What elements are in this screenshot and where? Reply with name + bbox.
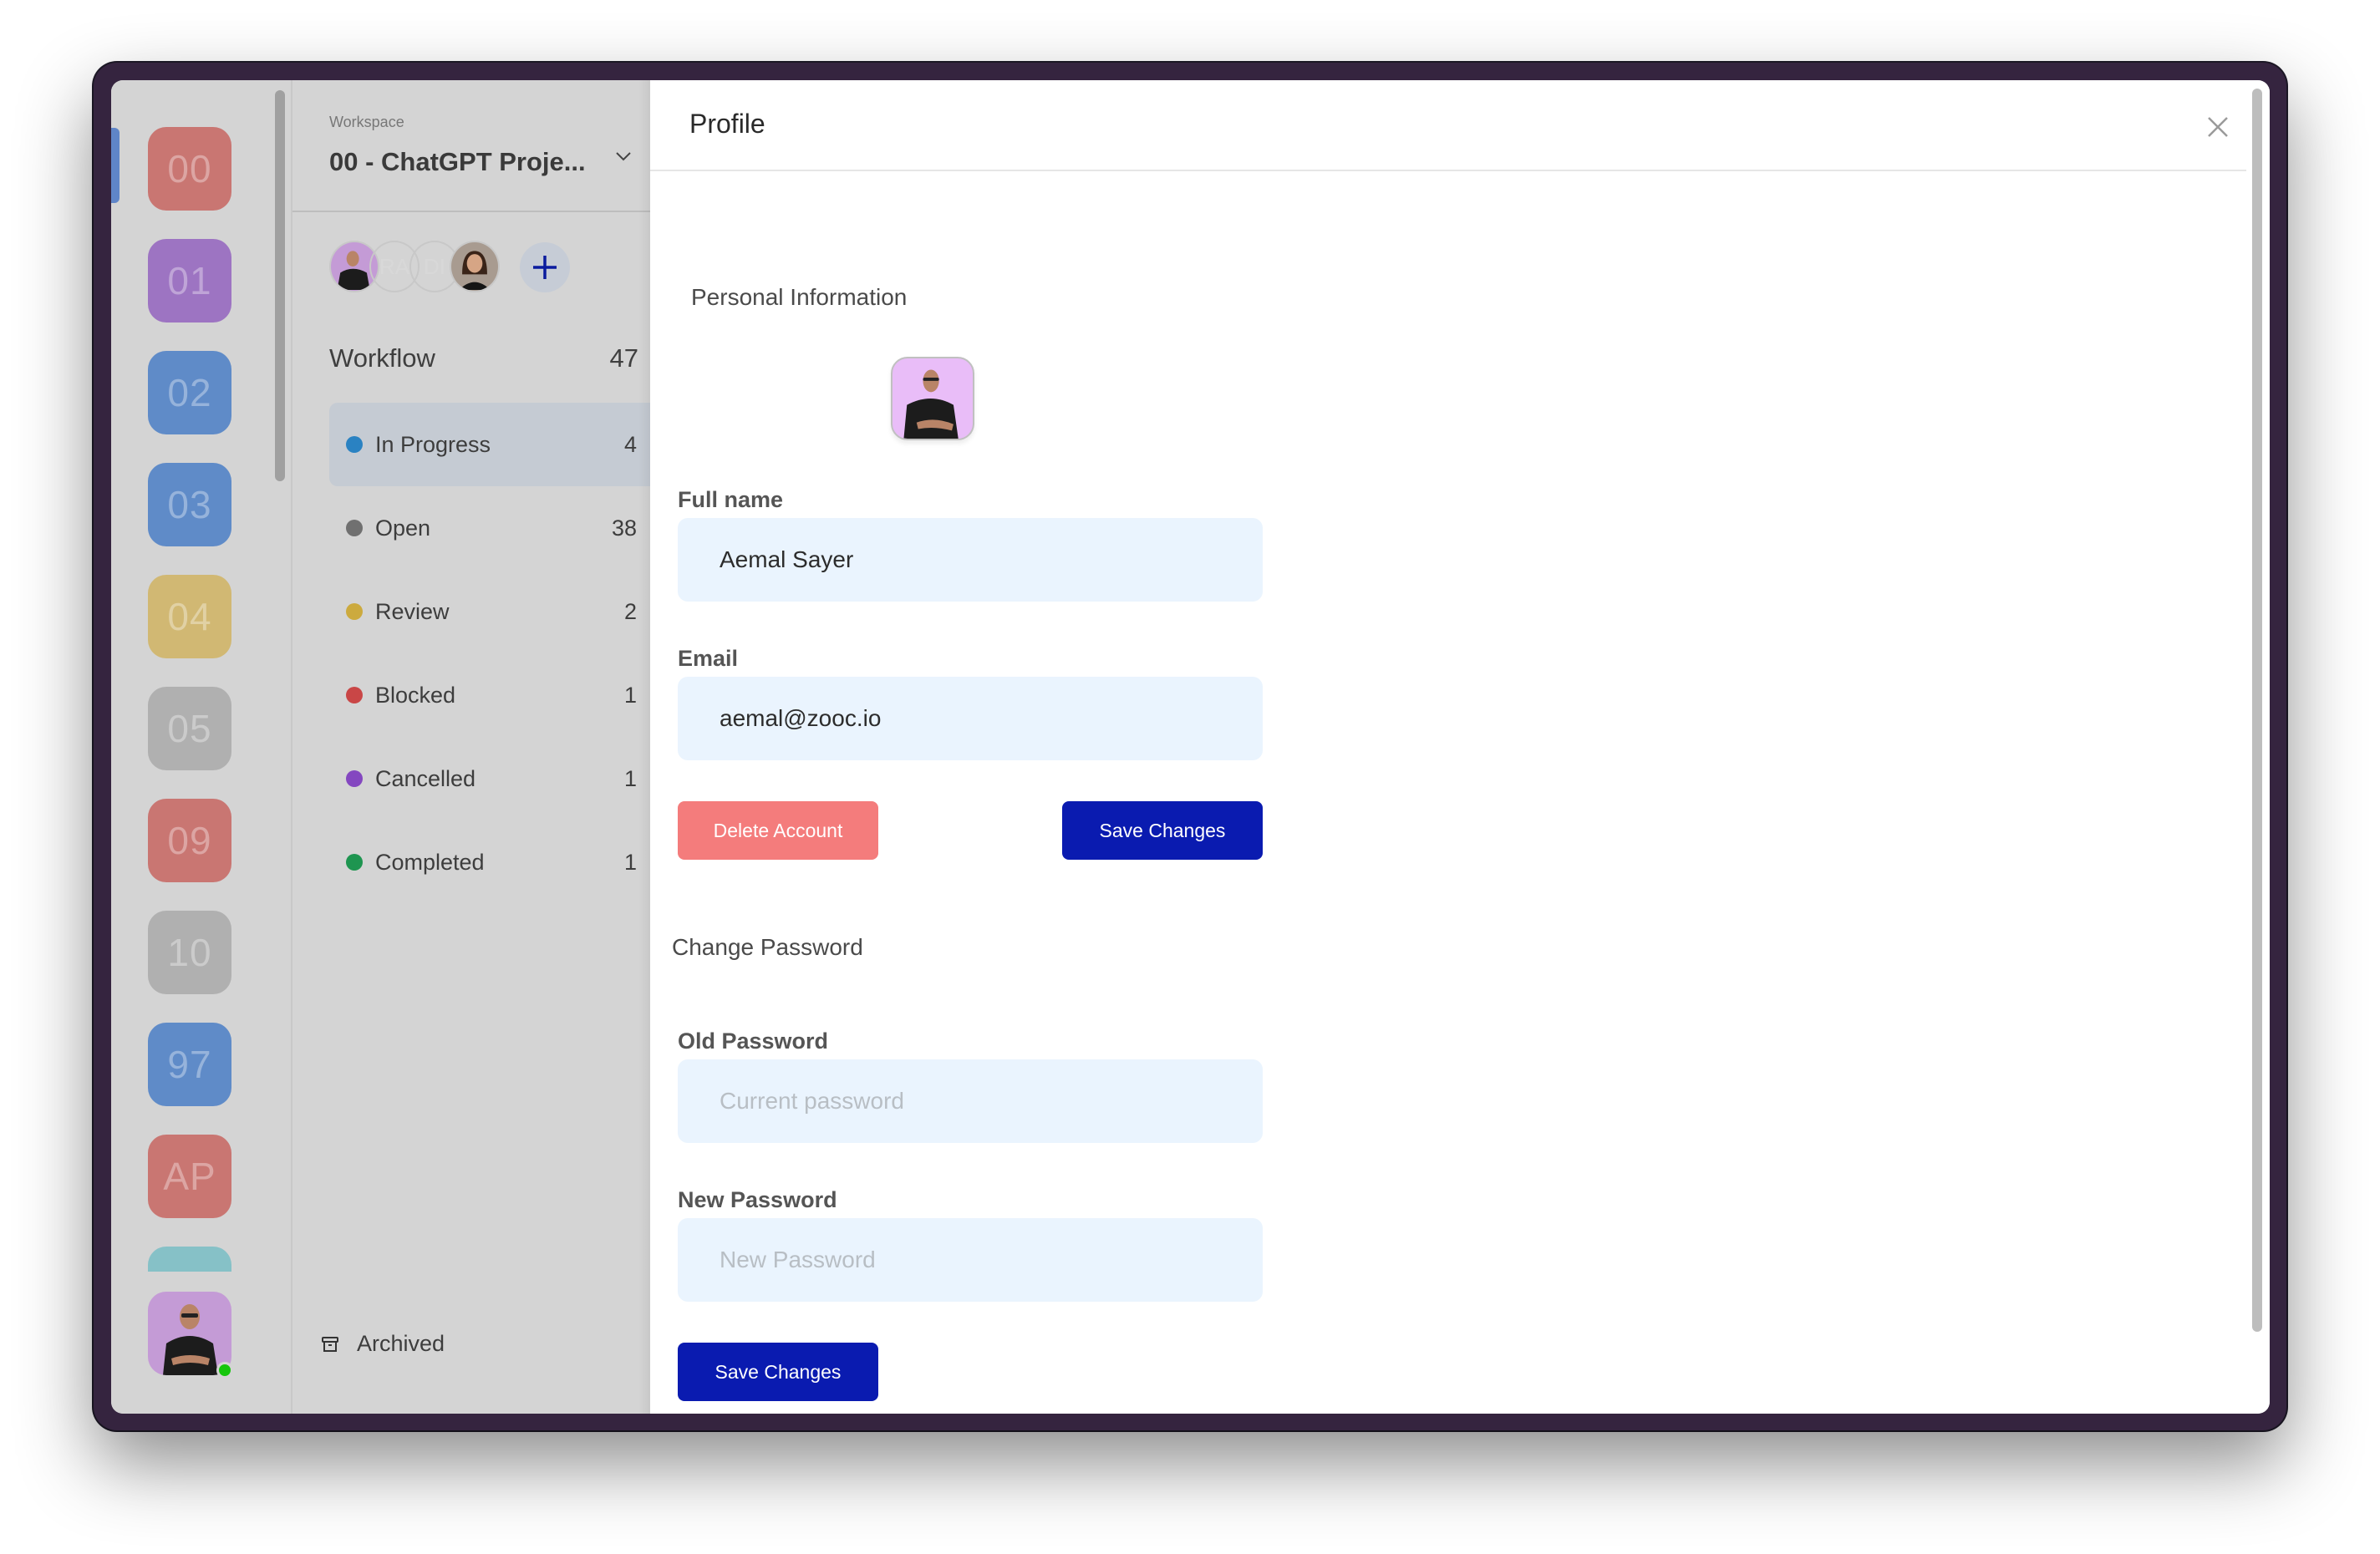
workspace-tile-partial[interactable] — [148, 1247, 231, 1272]
workflow-item-open[interactable]: Open 38 — [329, 486, 650, 570]
workflow-item-count: 1 — [623, 765, 637, 791]
archived-label: Archived — [357, 1331, 445, 1356]
workflow-item-blocked[interactable]: Blocked 1 — [329, 653, 650, 737]
plus-icon — [533, 256, 557, 279]
workspace-tile-10[interactable]: 10 — [148, 911, 231, 994]
full-name-label: Full name — [678, 487, 784, 512]
workspace-tile-00[interactable]: 00 — [148, 127, 231, 211]
workspace-tile-09[interactable]: 09 — [148, 799, 231, 882]
workflow-title: Workflow — [329, 343, 435, 373]
workflow-item-count: 38 — [611, 515, 637, 541]
workflow-item-count: 1 — [623, 682, 637, 708]
member-avatar[interactable] — [450, 241, 500, 292]
workspace-tile-02[interactable]: 02 — [148, 351, 231, 434]
status-dot-icon — [346, 854, 363, 871]
workflow-item-count: 4 — [623, 431, 637, 457]
device-frame: 00 01 02 03 04 05 09 10 97 AP Workspace 00 - Chat… — [94, 63, 2286, 1430]
new-password-label: New Password — [678, 1187, 837, 1212]
workspace-label: Workspace — [329, 114, 404, 130]
workflow-item-count: 1 — [623, 849, 637, 875]
person-photo-icon — [459, 251, 491, 290]
email-label: Email — [678, 646, 739, 671]
workflow-item-label: In Progress — [375, 431, 491, 457]
workflow-item-label: Cancelled — [375, 765, 476, 791]
save-password-button[interactable]: Save Changes — [678, 1343, 878, 1401]
workspace-panel: Workspace 00 - ChatGPT Proje... RA DI Wo… — [292, 80, 650, 1414]
workflow-item-in-progress[interactable]: In Progress 4 — [329, 403, 650, 486]
workspace-divider — [292, 211, 650, 212]
status-dot-icon — [346, 436, 363, 453]
old-password-label: Old Password — [678, 1028, 829, 1054]
close-icon[interactable] — [2205, 114, 2231, 140]
online-status-dot — [216, 1362, 233, 1379]
workflow-item-cancelled[interactable]: Cancelled 1 — [329, 737, 650, 820]
workspace-name[interactable]: 00 - ChatGPT Proje... — [329, 147, 586, 177]
status-dot-icon — [346, 687, 363, 703]
chevron-down-icon[interactable] — [613, 145, 634, 167]
app-screen: 00 01 02 03 04 05 09 10 97 AP Workspace 00 - Chat… — [111, 80, 2270, 1414]
user-avatar[interactable] — [148, 1292, 233, 1379]
workflow-total: 47 — [609, 343, 638, 373]
old-password-input[interactable] — [678, 1059, 1263, 1143]
workspace-tile-ap[interactable]: AP — [148, 1135, 231, 1218]
profile-panel: Profile Personal Information Full name E… — [650, 80, 2270, 1414]
full-name-input[interactable] — [678, 518, 1263, 602]
workspace-tile-97[interactable]: 97 — [148, 1023, 231, 1106]
member-initials: RA — [379, 253, 410, 279]
workspace-tile-05[interactable]: 05 — [148, 687, 231, 770]
workflow-item-label: Blocked — [375, 682, 456, 708]
profile-title: Profile — [689, 109, 765, 139]
email-input[interactable] — [678, 677, 1263, 760]
workspace-rail: 00 01 02 03 04 05 09 10 97 AP — [111, 80, 292, 1414]
new-password-input[interactable] — [678, 1218, 1263, 1302]
selected-workspace-indicator — [111, 128, 120, 203]
profile-photo[interactable] — [891, 357, 974, 440]
workflow-item-review[interactable]: Review 2 — [329, 570, 650, 653]
status-dot-icon — [346, 603, 363, 620]
panel-shadow — [638, 80, 650, 1414]
workflow-header: Workflow 47 — [329, 343, 638, 373]
rail-scrollbar[interactable] — [275, 90, 285, 481]
member-initials: DI — [424, 253, 445, 279]
person-photo-icon — [903, 369, 959, 439]
status-dot-icon — [346, 520, 363, 536]
workspace-tile-04[interactable]: 04 — [148, 575, 231, 658]
delete-account-button[interactable]: Delete Account — [678, 801, 878, 860]
personal-information-heading: Personal Information — [691, 284, 908, 310]
workflow-item-completed[interactable]: Completed 1 — [329, 820, 650, 904]
add-member-button[interactable] — [520, 242, 570, 292]
member-avatars: RA DI — [329, 241, 613, 292]
change-password-heading: Change Password — [672, 934, 863, 960]
save-profile-button[interactable]: Save Changes — [1062, 801, 1263, 860]
profile-scrollbar[interactable] — [2252, 89, 2262, 1332]
workflow-status-list: In Progress 4 Open 38 Review 2 Blocked 1 Cancell… — [329, 403, 650, 904]
workspace-tile-01[interactable]: 01 — [148, 239, 231, 322]
workflow-item-label: Review — [375, 598, 450, 624]
workspace-tile-03[interactable]: 03 — [148, 463, 231, 546]
archived-link[interactable]: Archived — [320, 1331, 445, 1357]
status-dot-icon — [346, 770, 363, 787]
workflow-item-label: Open — [375, 515, 431, 541]
workflow-item-label: Completed — [375, 849, 485, 875]
header-divider — [650, 170, 2246, 171]
archive-box-icon — [322, 1336, 338, 1352]
workflow-item-count: 2 — [623, 598, 637, 624]
